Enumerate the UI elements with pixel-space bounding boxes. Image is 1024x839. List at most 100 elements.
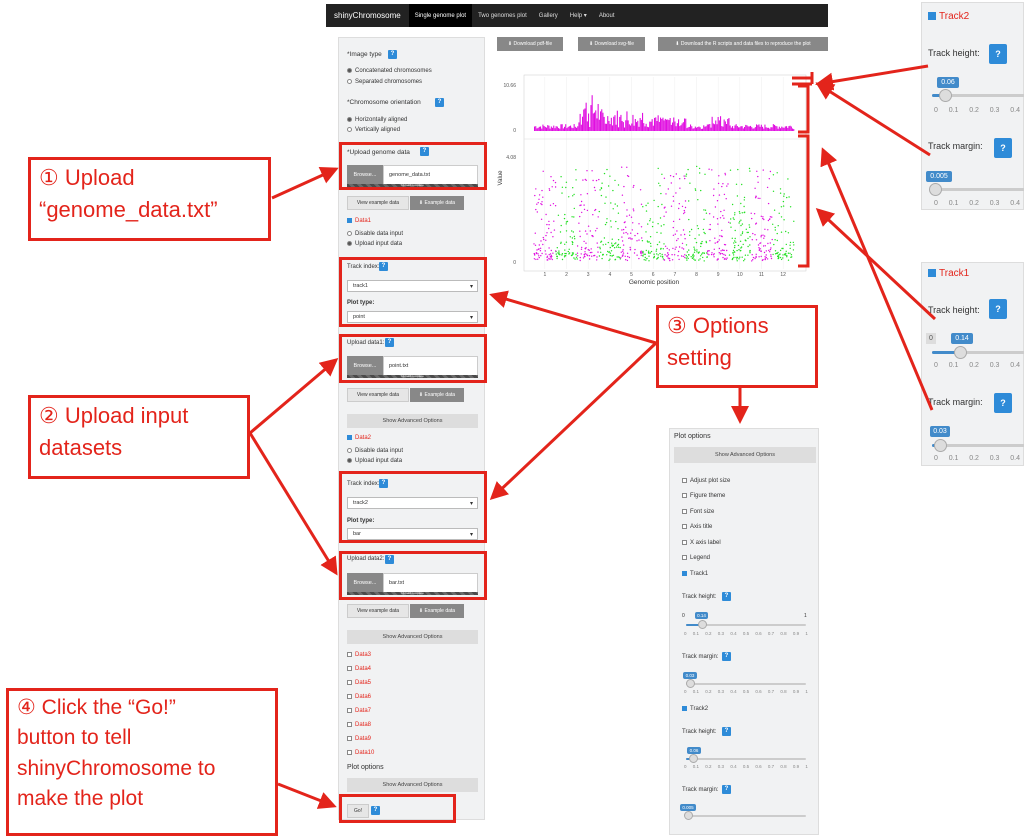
point-mark bbox=[592, 214, 594, 216]
help-icon[interactable]: ? bbox=[722, 727, 731, 736]
point-mark bbox=[785, 243, 787, 246]
point-mark bbox=[662, 258, 664, 260]
show-advanced-button[interactable]: Show Advanced Options bbox=[347, 414, 478, 428]
legend-checkbox[interactable]: Legend bbox=[682, 555, 710, 561]
nav-single-genome[interactable]: Single genome plot bbox=[408, 4, 473, 27]
point-mark bbox=[605, 196, 607, 198]
data9-checkbox[interactable]: Data9 bbox=[347, 736, 371, 742]
help-icon[interactable]: ? bbox=[388, 50, 397, 59]
margin-slider-track[interactable] bbox=[686, 683, 806, 685]
help-icon[interactable]: ? bbox=[722, 592, 731, 601]
margin-slider-track[interactable] bbox=[932, 188, 1024, 191]
example-data-button[interactable]: ⬇ Example data bbox=[410, 388, 464, 402]
radio-vertical[interactable]: Vertically aligned bbox=[347, 127, 400, 133]
help-icon[interactable]: ? bbox=[994, 138, 1012, 158]
margin-slider-handle[interactable] bbox=[929, 183, 942, 196]
point-mark bbox=[776, 239, 778, 242]
radio-disable-input[interactable]: Disable data input bbox=[347, 448, 403, 454]
point-mark bbox=[777, 225, 779, 227]
radio-concatenated[interactable]: Concatenated chromosomes bbox=[347, 68, 432, 74]
height-slider-handle[interactable] bbox=[954, 346, 967, 359]
point-mark bbox=[591, 170, 593, 172]
radio-upload-input[interactable]: Upload input data bbox=[347, 241, 402, 247]
height-slider-handle[interactable] bbox=[698, 620, 707, 629]
point-mark bbox=[599, 248, 601, 250]
axis-title-checkbox[interactable]: Axis title bbox=[682, 524, 712, 530]
point-mark bbox=[580, 253, 582, 255]
nav-help[interactable]: Help ▾ bbox=[564, 4, 593, 27]
track1-checkbox[interactable]: Track1 bbox=[928, 268, 969, 279]
point-mark bbox=[663, 177, 666, 179]
radio-horizontal[interactable]: Horizontally aligned bbox=[347, 117, 407, 123]
font-size-checkbox[interactable]: Font size bbox=[682, 509, 714, 515]
data2-checkbox[interactable]: Data2 bbox=[347, 435, 371, 441]
x-axis-label-checkbox[interactable]: X axis label bbox=[682, 540, 721, 546]
point-mark bbox=[641, 252, 643, 254]
margin-slider-handle[interactable] bbox=[684, 811, 693, 820]
show-advanced-button[interactable]: Show Advanced Options bbox=[674, 447, 816, 463]
example-data-button[interactable]: ⬇ Example data bbox=[410, 196, 464, 210]
data10-checkbox[interactable]: Data10 bbox=[347, 750, 374, 756]
point-mark bbox=[630, 232, 632, 234]
point-mark bbox=[785, 250, 787, 252]
margin-slider-handle[interactable] bbox=[686, 679, 695, 688]
point-mark bbox=[668, 249, 670, 251]
bar-mark bbox=[710, 127, 712, 131]
data7-checkbox[interactable]: Data7 bbox=[347, 708, 371, 714]
download-svg-button[interactable]: ⬇ Download svg-file bbox=[578, 37, 645, 51]
help-icon[interactable]: ? bbox=[989, 44, 1007, 64]
point-mark bbox=[712, 254, 715, 256]
radio-upload-input[interactable]: Upload input data bbox=[347, 458, 402, 464]
example-data-button[interactable]: ⬇ Example data bbox=[410, 604, 464, 618]
track2-checkbox[interactable]: Track2 bbox=[928, 11, 969, 22]
data4-checkbox[interactable]: Data4 bbox=[347, 666, 371, 672]
point-mark bbox=[690, 256, 692, 258]
download-scripts-button[interactable]: ⬇ Download the R scripts and data files … bbox=[658, 37, 828, 51]
margin-slider-value: 0.03 bbox=[930, 426, 950, 437]
nav-two-genomes[interactable]: Two genomes plot bbox=[472, 4, 533, 27]
point-mark bbox=[735, 241, 737, 243]
point-mark bbox=[672, 226, 674, 229]
help-icon[interactable]: ? bbox=[989, 299, 1007, 319]
show-advanced-button[interactable]: Show Advanced Options bbox=[347, 630, 478, 644]
radio-disable-input[interactable]: Disable data input bbox=[347, 231, 403, 237]
height-slider-handle[interactable] bbox=[939, 89, 952, 102]
help-icon[interactable]: ? bbox=[994, 393, 1012, 413]
data8-checkbox[interactable]: Data8 bbox=[347, 722, 371, 728]
height-slider-handle[interactable] bbox=[689, 754, 698, 763]
help-icon[interactable]: ? bbox=[722, 652, 731, 661]
point-mark bbox=[551, 258, 553, 261]
bar-mark bbox=[733, 128, 735, 131]
data3-checkbox[interactable]: Data3 bbox=[347, 652, 371, 658]
data5-checkbox[interactable]: Data5 bbox=[347, 680, 371, 686]
margin-slider-handle[interactable] bbox=[934, 439, 947, 452]
point-mark bbox=[731, 258, 734, 260]
radio-separated[interactable]: Separated chromosomes bbox=[347, 79, 422, 85]
view-example-button[interactable]: View example data bbox=[347, 388, 409, 402]
download-pdf-button[interactable]: ⬇ Download pdf-file bbox=[497, 37, 563, 51]
point-mark bbox=[642, 206, 644, 208]
track1-checkbox[interactable]: Track1 bbox=[682, 571, 708, 577]
data1-checkbox[interactable]: Data1 bbox=[347, 218, 371, 224]
slider-min: 0 bbox=[682, 613, 685, 619]
point-mark bbox=[668, 257, 671, 260]
help-icon[interactable]: ? bbox=[722, 785, 731, 794]
brand-link[interactable]: shinyChromosome bbox=[326, 11, 409, 20]
height-slider-track[interactable] bbox=[686, 758, 806, 760]
plot-options-label: Plot options bbox=[347, 764, 384, 771]
point-mark bbox=[711, 252, 713, 254]
figure-theme-checkbox[interactable]: Figure theme bbox=[682, 493, 725, 499]
help-icon[interactable]: ? bbox=[435, 98, 444, 107]
view-example-button[interactable]: View example data bbox=[347, 196, 409, 210]
view-example-button[interactable]: View example data bbox=[347, 604, 409, 618]
track2-checkbox[interactable]: Track2 bbox=[682, 706, 708, 712]
nav-gallery[interactable]: Gallery bbox=[533, 4, 564, 27]
adjust-plot-size-checkbox[interactable]: Adjust plot size bbox=[682, 478, 730, 484]
point-mark bbox=[766, 186, 769, 189]
show-advanced-button[interactable]: Show Advanced Options bbox=[347, 778, 478, 792]
point-mark bbox=[684, 200, 687, 202]
point-mark bbox=[682, 229, 685, 231]
margin-slider-track[interactable] bbox=[686, 815, 806, 817]
data6-checkbox[interactable]: Data6 bbox=[347, 694, 371, 700]
nav-about[interactable]: About bbox=[593, 4, 621, 27]
